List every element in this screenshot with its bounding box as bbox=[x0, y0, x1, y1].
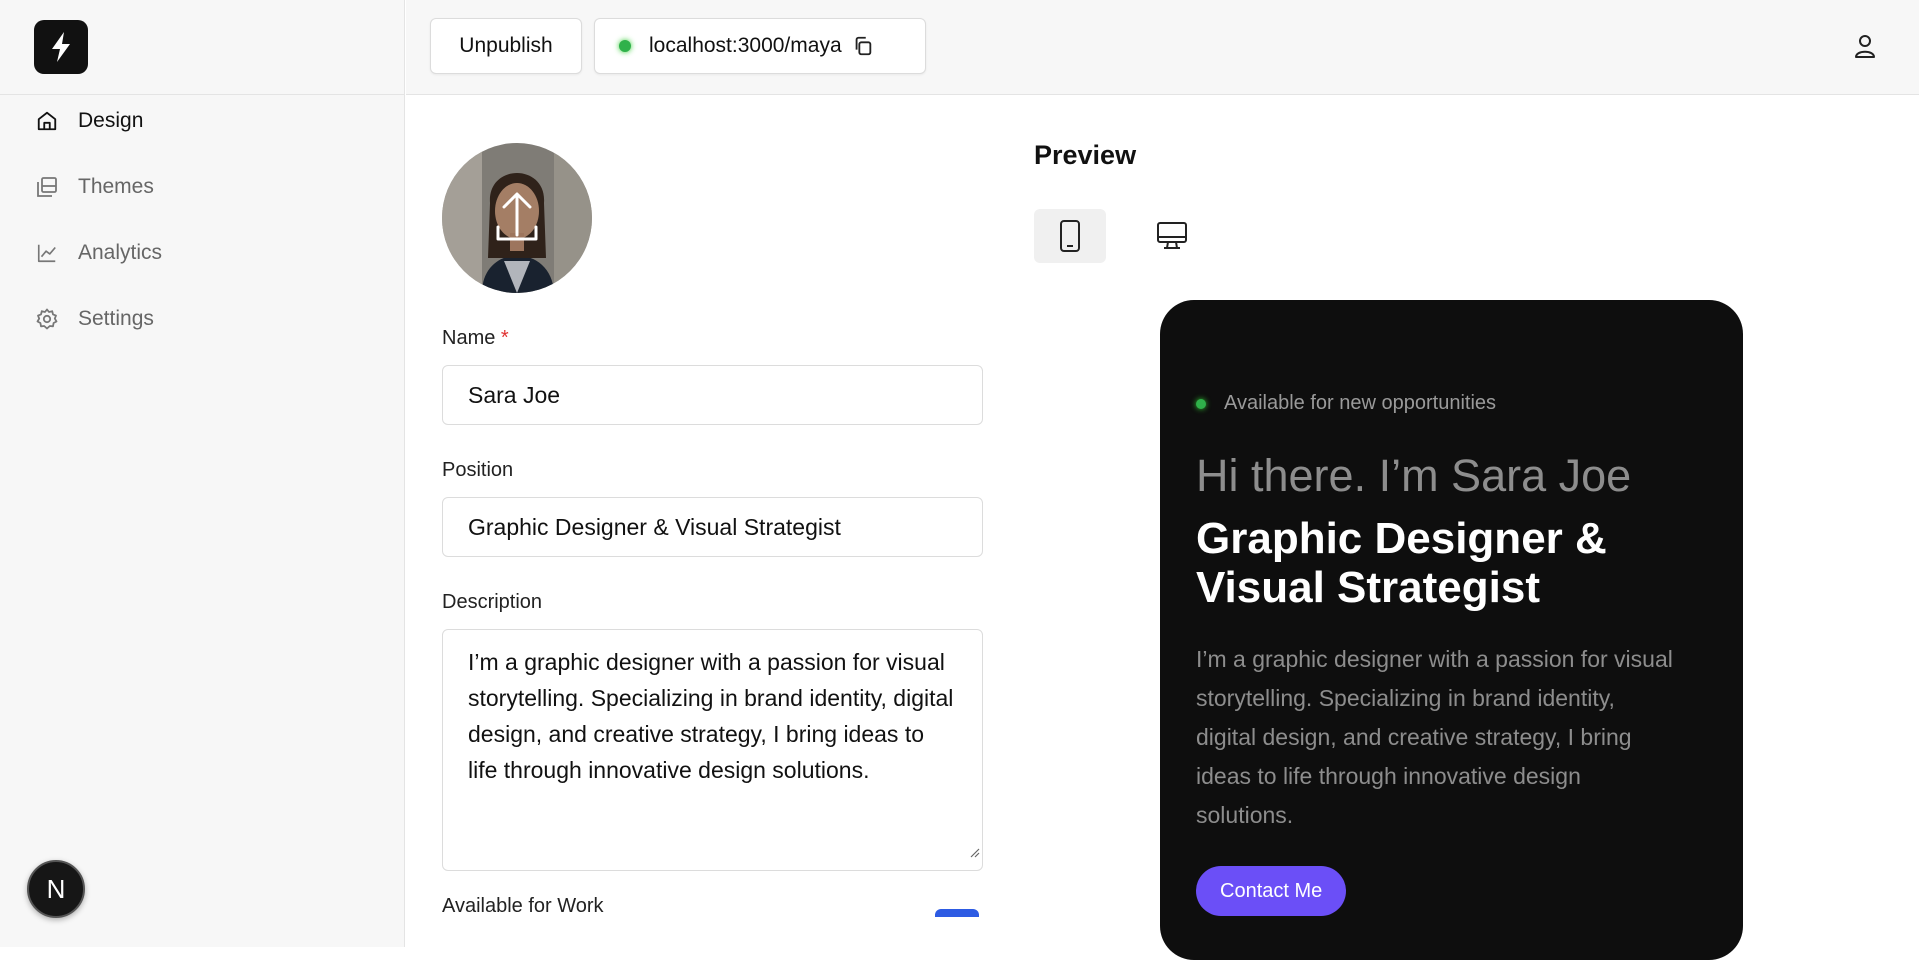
sidebar-item-label: Settings bbox=[78, 307, 154, 330]
mobile-view-button[interactable] bbox=[1034, 209, 1106, 263]
logo-bar bbox=[0, 0, 404, 95]
preview-greeting: Hi there. I’m Sara Joe bbox=[1196, 450, 1632, 501]
chart-line-icon bbox=[34, 240, 60, 266]
user-icon[interactable] bbox=[1853, 33, 1877, 64]
sidebar-item-design[interactable]: Design bbox=[0, 88, 404, 154]
sidebar-item-settings[interactable]: Settings bbox=[0, 286, 404, 352]
desktop-view-button[interactable] bbox=[1136, 209, 1208, 263]
name-label: Name * bbox=[442, 327, 509, 350]
description-text: I’m a graphic designer with a passion fo… bbox=[468, 649, 954, 783]
copy-icon[interactable] bbox=[852, 35, 874, 57]
desktop-icon bbox=[1157, 222, 1187, 249]
sidebar-nav: Design Themes Analytics Settings bbox=[0, 100, 404, 352]
status-dot bbox=[1196, 398, 1206, 409]
status-dot bbox=[619, 40, 631, 52]
unpublish-button[interactable]: Unpublish bbox=[430, 18, 582, 74]
app-logo[interactable] bbox=[34, 20, 88, 74]
position-label: Position bbox=[442, 459, 514, 481]
sidebar-item-label: Analytics bbox=[78, 241, 163, 264]
public-url: localhost:3000/maya bbox=[649, 34, 842, 57]
sidebar: Design Themes Analytics Settings N bbox=[0, 0, 405, 947]
preview-description: I’m a graphic designer with a passion fo… bbox=[1196, 646, 1673, 828]
preview-title: Preview bbox=[1034, 140, 1137, 170]
preview-role: Graphic Designer & Visual Strategist bbox=[1196, 514, 1607, 612]
dev-tools-badge[interactable]: N bbox=[27, 860, 85, 918]
availability-status: Available for new opportunities bbox=[1196, 392, 1496, 415]
mobile-preview: Available for new opportunities Hi there… bbox=[1160, 300, 1743, 960]
topbar: Unpublish localhost:3000/maya bbox=[406, 0, 1919, 95]
avatar bbox=[442, 143, 592, 293]
description-label: Description bbox=[442, 591, 543, 613]
public-url-button[interactable]: localhost:3000/maya bbox=[594, 18, 926, 74]
layers-icon bbox=[34, 174, 60, 200]
home-icon bbox=[34, 108, 60, 134]
resize-handle-icon[interactable] bbox=[968, 832, 980, 868]
contact-me-button[interactable]: Contact Me bbox=[1196, 866, 1347, 916]
gear-icon bbox=[34, 306, 60, 332]
availability-text: Available for new opportunities bbox=[1224, 392, 1497, 414]
description-textarea[interactable]: I’m a graphic designer with a passion fo… bbox=[442, 629, 983, 871]
bolt-icon bbox=[52, 32, 70, 62]
position-input[interactable]: Graphic Designer & Visual Strategist bbox=[442, 497, 983, 557]
name-input[interactable]: Sara Joe bbox=[442, 365, 983, 425]
sidebar-item-analytics[interactable]: Analytics bbox=[0, 220, 404, 286]
required-mark: * bbox=[500, 327, 509, 349]
name-label-text: Name bbox=[442, 327, 496, 349]
sidebar-item-label: Themes bbox=[78, 175, 154, 198]
available-for-work-label: Available for Work bbox=[442, 895, 604, 913]
avatar-upload[interactable] bbox=[442, 143, 592, 293]
sidebar-item-label: Design bbox=[78, 109, 144, 132]
mobile-icon bbox=[1060, 220, 1080, 252]
available-toggle[interactable] bbox=[935, 909, 979, 917]
sidebar-item-themes[interactable]: Themes bbox=[0, 154, 404, 220]
